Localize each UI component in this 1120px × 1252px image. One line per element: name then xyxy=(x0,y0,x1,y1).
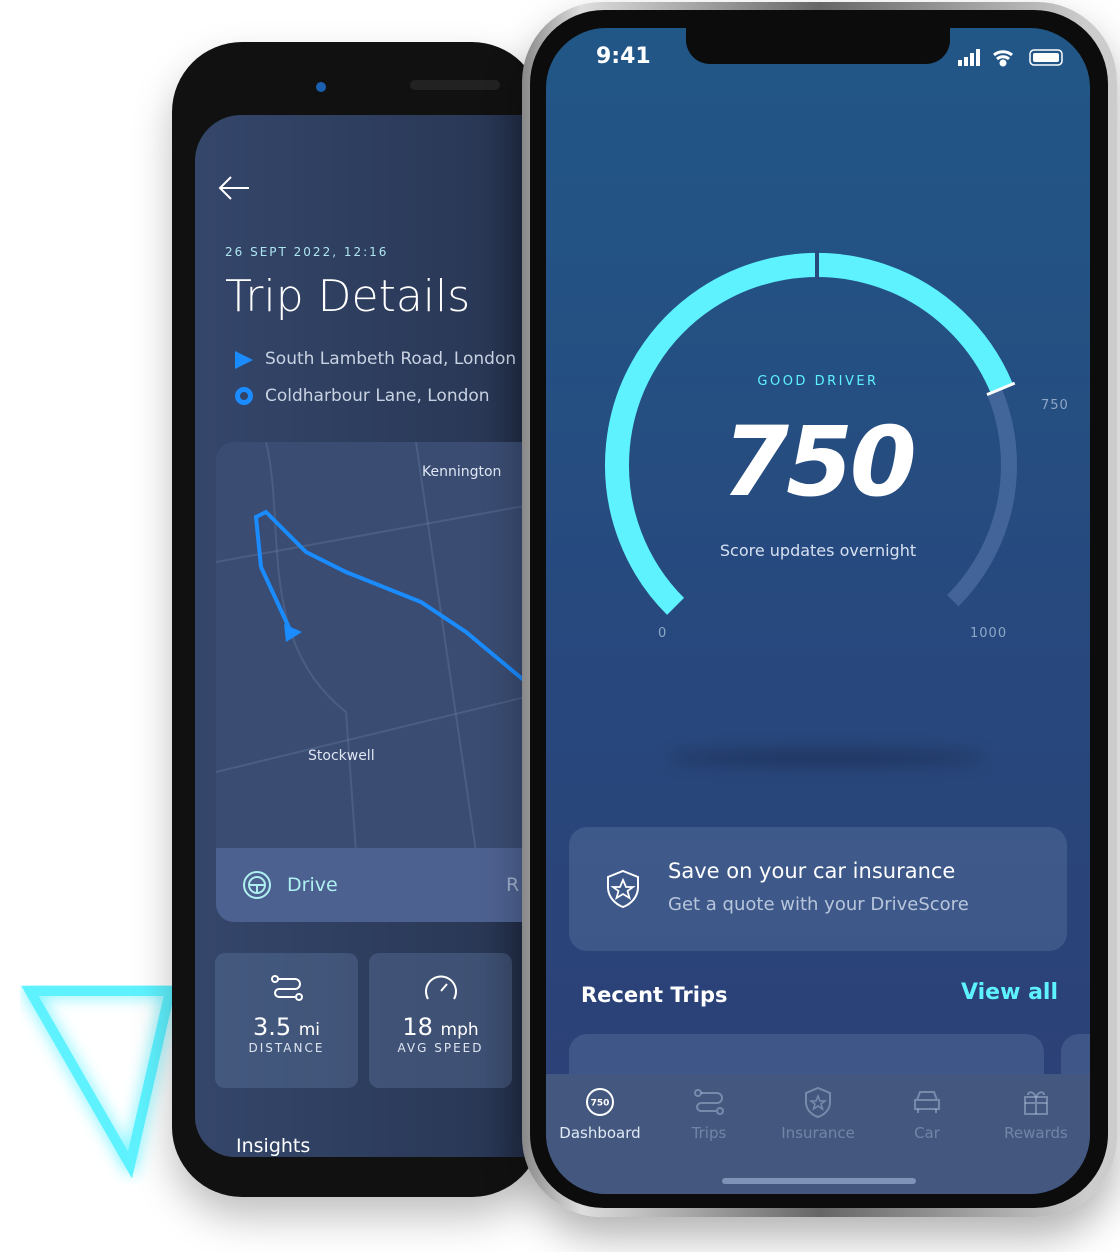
map-label: Kennington xyxy=(422,464,502,480)
gauge-status: GOOD DRIVER xyxy=(757,374,879,389)
shield-star-icon xyxy=(607,869,639,909)
tab-ride[interactable]: R xyxy=(506,874,519,896)
route-icon xyxy=(270,975,303,1001)
speedometer-icon xyxy=(424,975,457,1000)
end-location: Coldharbour Lane, London xyxy=(265,386,490,406)
section-insights: Insights xyxy=(236,1135,311,1157)
gauge-min-label: 0 xyxy=(658,626,668,641)
nav-insurance[interactable]: Insurance xyxy=(764,1074,872,1142)
stat-label: DISTANCE xyxy=(248,1041,325,1055)
insurance-promo-card[interactable]: Save on your car insurance Get a quote w… xyxy=(569,827,1067,951)
nav-label: Trips xyxy=(691,1124,727,1142)
end-marker-icon xyxy=(235,387,253,405)
nav-label: Rewards xyxy=(1004,1124,1068,1142)
gauge-score: 750 xyxy=(722,406,916,518)
bottom-nav: 750 Dashboard Trips Insurance Car Rewards xyxy=(546,1074,1090,1194)
dashboard-screen: 9:41 GOOD DRIVER 750 Score updates overn… xyxy=(546,28,1090,1194)
stat-unit: mph xyxy=(440,1020,479,1040)
stat-label: AVG SPEED xyxy=(397,1041,484,1055)
gauge-subtitle: Score updates overnight xyxy=(719,541,917,560)
recent-trips-title: Recent Trips xyxy=(581,983,728,1007)
stat-distance: 3.5 mi DISTANCE xyxy=(215,953,358,1088)
nav-label: Insurance xyxy=(781,1124,855,1142)
route-icon xyxy=(694,1089,724,1115)
stat-value: 3.5 xyxy=(252,1013,292,1041)
trip-details-screen: 26 SEPT 2022, 12:16 Trip Details South L… xyxy=(195,115,535,1157)
map-label: Stockwell xyxy=(308,748,375,764)
page-title: Trip Details xyxy=(225,271,471,322)
start-location: South Lambeth Road, London xyxy=(265,349,517,369)
start-marker-icon xyxy=(235,351,253,369)
stat-unit: mi xyxy=(298,1020,321,1040)
route-map[interactable]: Kennington Stockwell Drive R xyxy=(216,442,535,922)
car-icon xyxy=(914,1091,940,1113)
camera xyxy=(316,82,326,92)
nav-trips[interactable]: Trips xyxy=(655,1074,763,1142)
view-all-link[interactable]: View all xyxy=(961,980,1058,1005)
stat-speed: 18 mph AVG SPEED xyxy=(369,953,512,1088)
gauge-marker-label: 750 xyxy=(1041,398,1069,413)
gauge-shadow xyxy=(666,750,986,766)
score-badge-icon: 750 xyxy=(586,1088,614,1116)
triangle-decoration xyxy=(21,986,177,1179)
svg-text:750: 750 xyxy=(591,1099,610,1109)
stat-value: 18 xyxy=(402,1013,433,1041)
mode-tabs: Drive R xyxy=(216,848,535,922)
tab-drive[interactable]: Drive xyxy=(287,874,338,896)
score-gauge xyxy=(605,251,1017,615)
back-arrow-icon[interactable] xyxy=(217,175,251,201)
home-indicator xyxy=(722,1178,916,1184)
nav-rewards[interactable]: Rewards xyxy=(982,1074,1090,1142)
trip-date: 26 SEPT 2022, 12:16 xyxy=(225,245,389,259)
nav-car[interactable]: Car xyxy=(873,1074,981,1142)
nav-dashboard[interactable]: 750 Dashboard xyxy=(546,1074,654,1142)
promo-title: Save on your car insurance xyxy=(668,859,956,883)
promo-subtitle: Get a quote with your DriveScore xyxy=(668,894,969,915)
gauge-max-label: 1000 xyxy=(970,626,1008,641)
speaker xyxy=(410,80,500,90)
shield-star-icon xyxy=(805,1086,831,1118)
steering-wheel-icon xyxy=(243,871,271,899)
gift-icon xyxy=(1024,1091,1048,1115)
nav-label: Dashboard xyxy=(559,1124,641,1142)
nav-label: Car xyxy=(914,1124,940,1142)
